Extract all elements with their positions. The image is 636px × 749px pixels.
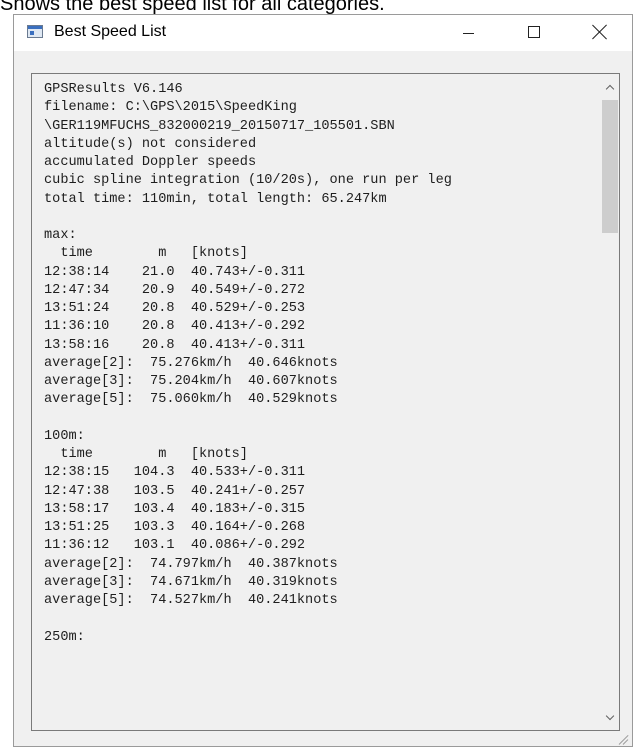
text-line: 12:38:15 104.3 40.533+/-0.311 <box>44 465 306 481</box>
text-line: 13:58:16 20.8 40.413+/-0.311 <box>44 337 306 353</box>
text-line: cubic spline integration (10/20s), one r… <box>44 173 452 189</box>
scroll-down-button[interactable] <box>601 708 619 726</box>
text-line: 12:47:34 20.9 40.549+/-0.272 <box>44 282 306 298</box>
scroll-track[interactable] <box>602 100 618 704</box>
text-line: average[5]: 75.060km/h 40.529knots <box>44 392 338 408</box>
text-line: altitude(s) not considered <box>44 136 257 152</box>
text-line: 12:47:38 103.5 40.241+/-0.257 <box>44 483 306 499</box>
text-line: time m [knots] <box>44 246 248 262</box>
text-line: max: <box>44 228 77 243</box>
text-line: 13:51:24 20.8 40.529+/-0.253 <box>44 301 306 316</box>
text-line: 12:38:14 21.0 40.743+/-0.311 <box>44 264 306 280</box>
text-line: average[5]: 74.527km/h 40.241knots <box>44 593 338 608</box>
text-line <box>44 610 589 628</box>
text-line: average[2]: 74.797km/h 40.387knots <box>44 556 338 572</box>
title-bar[interactable]: Best Speed List <box>14 15 632 51</box>
chevron-up-icon <box>605 84 615 93</box>
maximize-button[interactable] <box>511 15 557 49</box>
text-line: 250m: <box>44 629 85 645</box>
resize-grip-icon[interactable] <box>617 733 629 745</box>
maximize-icon <box>528 26 540 38</box>
app-window-icon <box>27 25 43 38</box>
text-line: time m [knots] <box>44 447 248 462</box>
text-line: GPSResults V6.146 <box>44 82 183 97</box>
minimize-icon <box>462 32 474 34</box>
best-speed-list-window: Best Speed List GPSResults V6.146 filenam… <box>13 14 633 747</box>
window-title: Best Speed List <box>54 23 167 40</box>
scroll-up-button[interactable] <box>601 78 619 96</box>
vertical-scrollbar[interactable] <box>601 74 619 730</box>
close-button[interactable] <box>577 15 623 49</box>
text-line: 13:58:17 103.4 40.183+/-0.315 <box>44 501 306 517</box>
text-line <box>44 209 589 227</box>
close-icon <box>592 24 608 40</box>
text-line: 11:36:12 103.1 40.086+/-0.292 <box>44 538 306 554</box>
text-line: \GER119MFUCHS_832000219_20150717_105501.… <box>44 118 395 134</box>
results-text: GPSResults V6.146 filename: C:\GPS\2015\S… <box>44 81 589 647</box>
text-line: average[2]: 75.276km/h 40.646knots <box>44 355 338 371</box>
text-line: accumulated Doppler speeds <box>44 155 257 170</box>
text-line: average[3]: 75.204km/h 40.607knots <box>44 374 338 389</box>
chevron-down-icon <box>605 711 615 720</box>
text-line <box>44 410 589 428</box>
text-line: 11:36:10 20.8 40.413+/-0.292 <box>44 319 306 335</box>
text-line: average[3]: 74.671km/h 40.319knots <box>44 574 338 590</box>
text-line: 100m: <box>44 428 85 444</box>
minimize-button[interactable] <box>445 15 491 49</box>
text-line: filename: C:\GPS\2015\SpeedKing <box>44 100 297 116</box>
results-text-box[interactable]: GPSResults V6.146 filename: C:\GPS\2015\S… <box>31 73 620 731</box>
text-line: 13:51:25 103.3 40.164+/-0.268 <box>44 520 306 535</box>
text-line: total time: 110min, total length: 65.247… <box>44 191 387 207</box>
scroll-thumb[interactable] <box>602 100 618 233</box>
page-caption: Shows the best speed list for all catego… <box>0 0 385 15</box>
